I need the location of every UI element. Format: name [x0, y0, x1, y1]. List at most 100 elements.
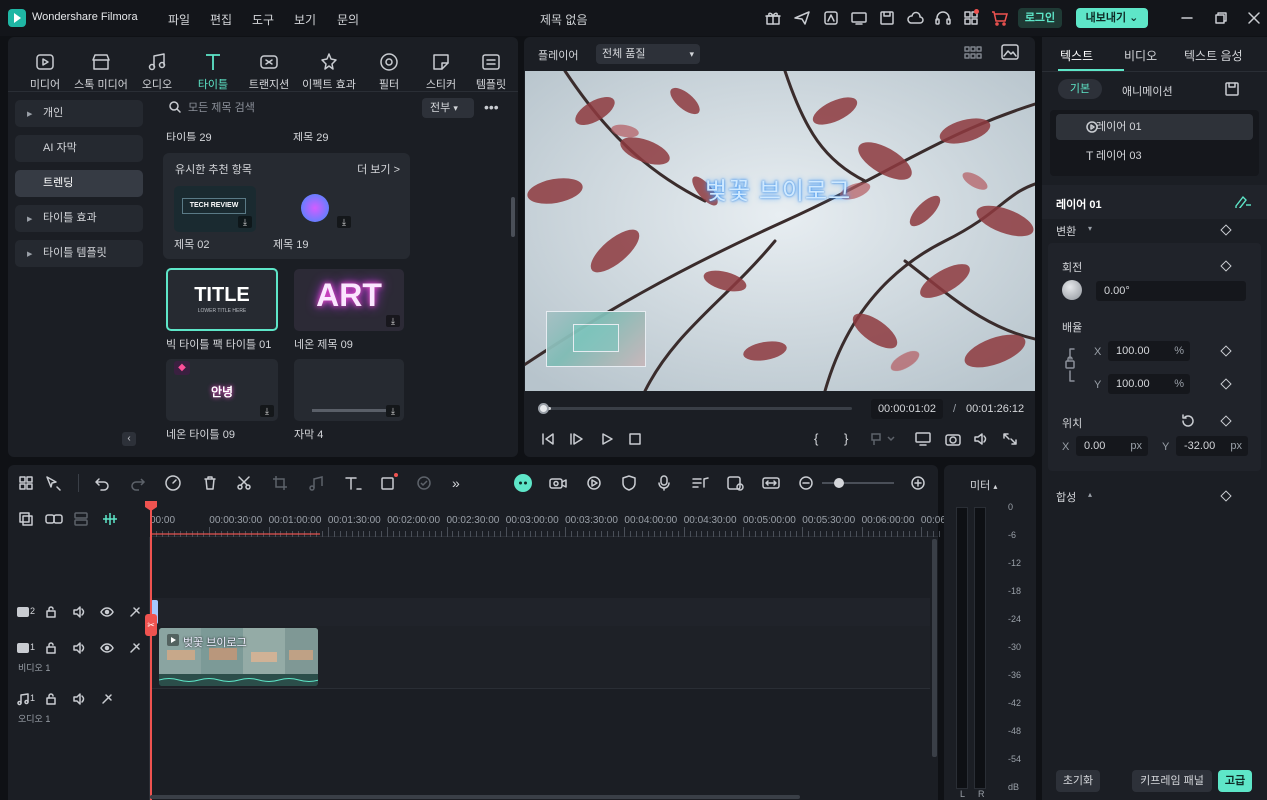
- menu-tools[interactable]: 도구: [252, 11, 274, 28]
- monitor-icon[interactable]: [850, 9, 868, 27]
- recommend-thumb-19[interactable]: ⤓: [273, 186, 355, 232]
- title-item-neon-title-09[interactable]: ◆ 안녕 ⤓: [166, 359, 278, 421]
- library-scrollbar[interactable]: [511, 197, 515, 237]
- split-scissors-icon[interactable]: [236, 475, 252, 491]
- download-icon[interactable]: ⤓: [260, 405, 274, 417]
- gift-icon[interactable]: [764, 9, 782, 27]
- ai-track-icon[interactable]: [100, 692, 114, 706]
- mark-out-icon[interactable]: }: [844, 431, 848, 446]
- reset-rotate-icon[interactable]: [1180, 413, 1196, 429]
- title-track-lane[interactable]: [150, 598, 930, 626]
- link-clips-icon[interactable]: [45, 511, 63, 527]
- rotation-input[interactable]: 0.00°: [1096, 281, 1246, 301]
- crop-icon[interactable]: [272, 475, 288, 491]
- reset-button[interactable]: 초기화: [1056, 770, 1100, 792]
- add-track-icon[interactable]: [18, 511, 34, 527]
- tab-stock-media[interactable]: 스톡 미디어: [74, 41, 128, 91]
- send-icon[interactable]: [793, 9, 811, 27]
- lock-icon[interactable]: [44, 692, 58, 706]
- ai-speed-icon[interactable]: [164, 474, 182, 492]
- menu-edit[interactable]: 편집: [210, 11, 232, 28]
- tab-media[interactable]: 미디어: [18, 41, 72, 91]
- keyframe-diamond-icon[interactable]: [1220, 490, 1232, 502]
- video-clip[interactable]: 벚꽃 브이로그: [159, 628, 318, 686]
- sidebar-item-personal[interactable]: ▶ 개인: [15, 100, 143, 127]
- collapse-sidebar-button[interactable]: ‹: [122, 432, 136, 446]
- ai-tools-icon[interactable]: [822, 9, 840, 27]
- lock-icon[interactable]: [44, 605, 58, 619]
- zoom-in-icon[interactable]: [910, 475, 926, 491]
- keyframe-link-icon[interactable]: [762, 475, 780, 491]
- apps-grid-icon[interactable]: [962, 9, 980, 27]
- ai-assistant-icon[interactable]: [514, 474, 532, 492]
- ai-text-edit-icon[interactable]: [1234, 194, 1252, 208]
- search-input[interactable]: [188, 99, 418, 117]
- sidebar-item-title-templates[interactable]: ▶ 타이틀 템플릿: [15, 240, 143, 267]
- text-tool-icon[interactable]: [344, 475, 362, 491]
- sidebar-item-title-effects[interactable]: ▶ 타이틀 효과: [15, 205, 143, 232]
- keyframe-diamond-icon[interactable]: [1220, 345, 1232, 357]
- play-icon[interactable]: [599, 432, 615, 446]
- volume-icon[interactable]: [973, 432, 989, 446]
- keyframe-diamond-icon[interactable]: [1220, 224, 1232, 236]
- recommend-more-link[interactable]: 더 보기 >: [357, 161, 400, 177]
- marker-dropdown-icon[interactable]: [870, 432, 898, 446]
- menu-help[interactable]: 문의: [337, 11, 359, 28]
- fullscreen-icon[interactable]: [1002, 432, 1018, 446]
- auto-beat-icon[interactable]: [586, 475, 602, 491]
- microphone-icon[interactable]: [656, 475, 672, 491]
- shape-tool-icon[interactable]: [380, 473, 398, 491]
- minimize-icon[interactable]: [1178, 9, 1196, 27]
- keyframe-diamond-icon[interactable]: [1220, 378, 1232, 390]
- ai-track-icon[interactable]: [128, 605, 142, 619]
- playback-scrubber-handle[interactable]: [538, 403, 549, 414]
- split-marker-icon[interactable]: ✂: [145, 614, 157, 636]
- color-match-icon[interactable]: [416, 475, 432, 491]
- speaker-icon[interactable]: [72, 692, 86, 706]
- chevron-down-icon[interactable]: ▾: [1088, 224, 1092, 233]
- save-icon[interactable]: [878, 9, 896, 27]
- tab-video[interactable]: 비디오: [1124, 47, 1157, 64]
- layer-item-03[interactable]: T 레이어 03: [1056, 143, 1253, 169]
- more-tools-icon[interactable]: »: [452, 475, 460, 491]
- work-area-bar[interactable]: [150, 533, 320, 535]
- rotation-dial[interactable]: [1062, 280, 1082, 300]
- camera-snapshot-icon[interactable]: [945, 432, 961, 446]
- export-button[interactable]: 내보내기 ⌄: [1076, 8, 1148, 28]
- delete-trash-icon[interactable]: [202, 475, 218, 491]
- display-settings-icon[interactable]: [915, 432, 931, 446]
- quality-select[interactable]: 전체 품질 ▾: [596, 44, 700, 64]
- position-x-input[interactable]: 0.00 px: [1076, 436, 1148, 456]
- timeline-ruler[interactable]: 00:00 00:00:30:00 00:01:00:00 00:01:30:00 00…: [150, 501, 976, 537]
- zoom-out-icon[interactable]: [798, 475, 814, 491]
- video-overlay-title[interactable]: 벚꽃 브이로그: [705, 171, 851, 206]
- shield-icon[interactable]: [621, 475, 637, 491]
- title-item-caption-4[interactable]: ⤓: [294, 359, 404, 421]
- pip-overlay-clip[interactable]: [546, 311, 646, 367]
- composite-label[interactable]: 합성: [1056, 489, 1076, 505]
- select-arrow-icon[interactable]: [44, 475, 62, 491]
- playhead[interactable]: [150, 501, 152, 800]
- subtab-basic[interactable]: 기본: [1058, 79, 1102, 99]
- tab-transition[interactable]: 트랜지션: [242, 41, 296, 91]
- title-item-neon-09[interactable]: ART ⤓: [294, 269, 404, 331]
- ai-track-icon[interactable]: [128, 641, 142, 655]
- zoom-slider-track[interactable]: [822, 482, 894, 484]
- current-time[interactable]: 00:00:01:02: [871, 399, 943, 419]
- undo-icon[interactable]: [94, 475, 110, 491]
- playback-progress-track[interactable]: [542, 407, 852, 410]
- speaker-icon[interactable]: [72, 605, 86, 619]
- keyframe-panel-button[interactable]: 키프레임 패널: [1132, 770, 1212, 792]
- mark-in-icon[interactable]: {: [814, 431, 818, 446]
- redo-icon[interactable]: [130, 475, 146, 491]
- cloud-icon[interactable]: [906, 9, 924, 27]
- menu-view[interactable]: 보기: [294, 11, 316, 28]
- download-icon[interactable]: ⤓: [386, 315, 400, 327]
- tab-template[interactable]: 템플릿: [464, 41, 518, 91]
- tab-titles[interactable]: 타이틀: [186, 41, 240, 91]
- tab-audio[interactable]: 오디오: [130, 41, 184, 91]
- eye-icon[interactable]: [100, 605, 114, 619]
- meter-title[interactable]: 미터 ▴: [970, 477, 997, 493]
- tab-text[interactable]: 텍스트: [1060, 47, 1093, 64]
- lock-ratio-icon[interactable]: [1064, 347, 1082, 383]
